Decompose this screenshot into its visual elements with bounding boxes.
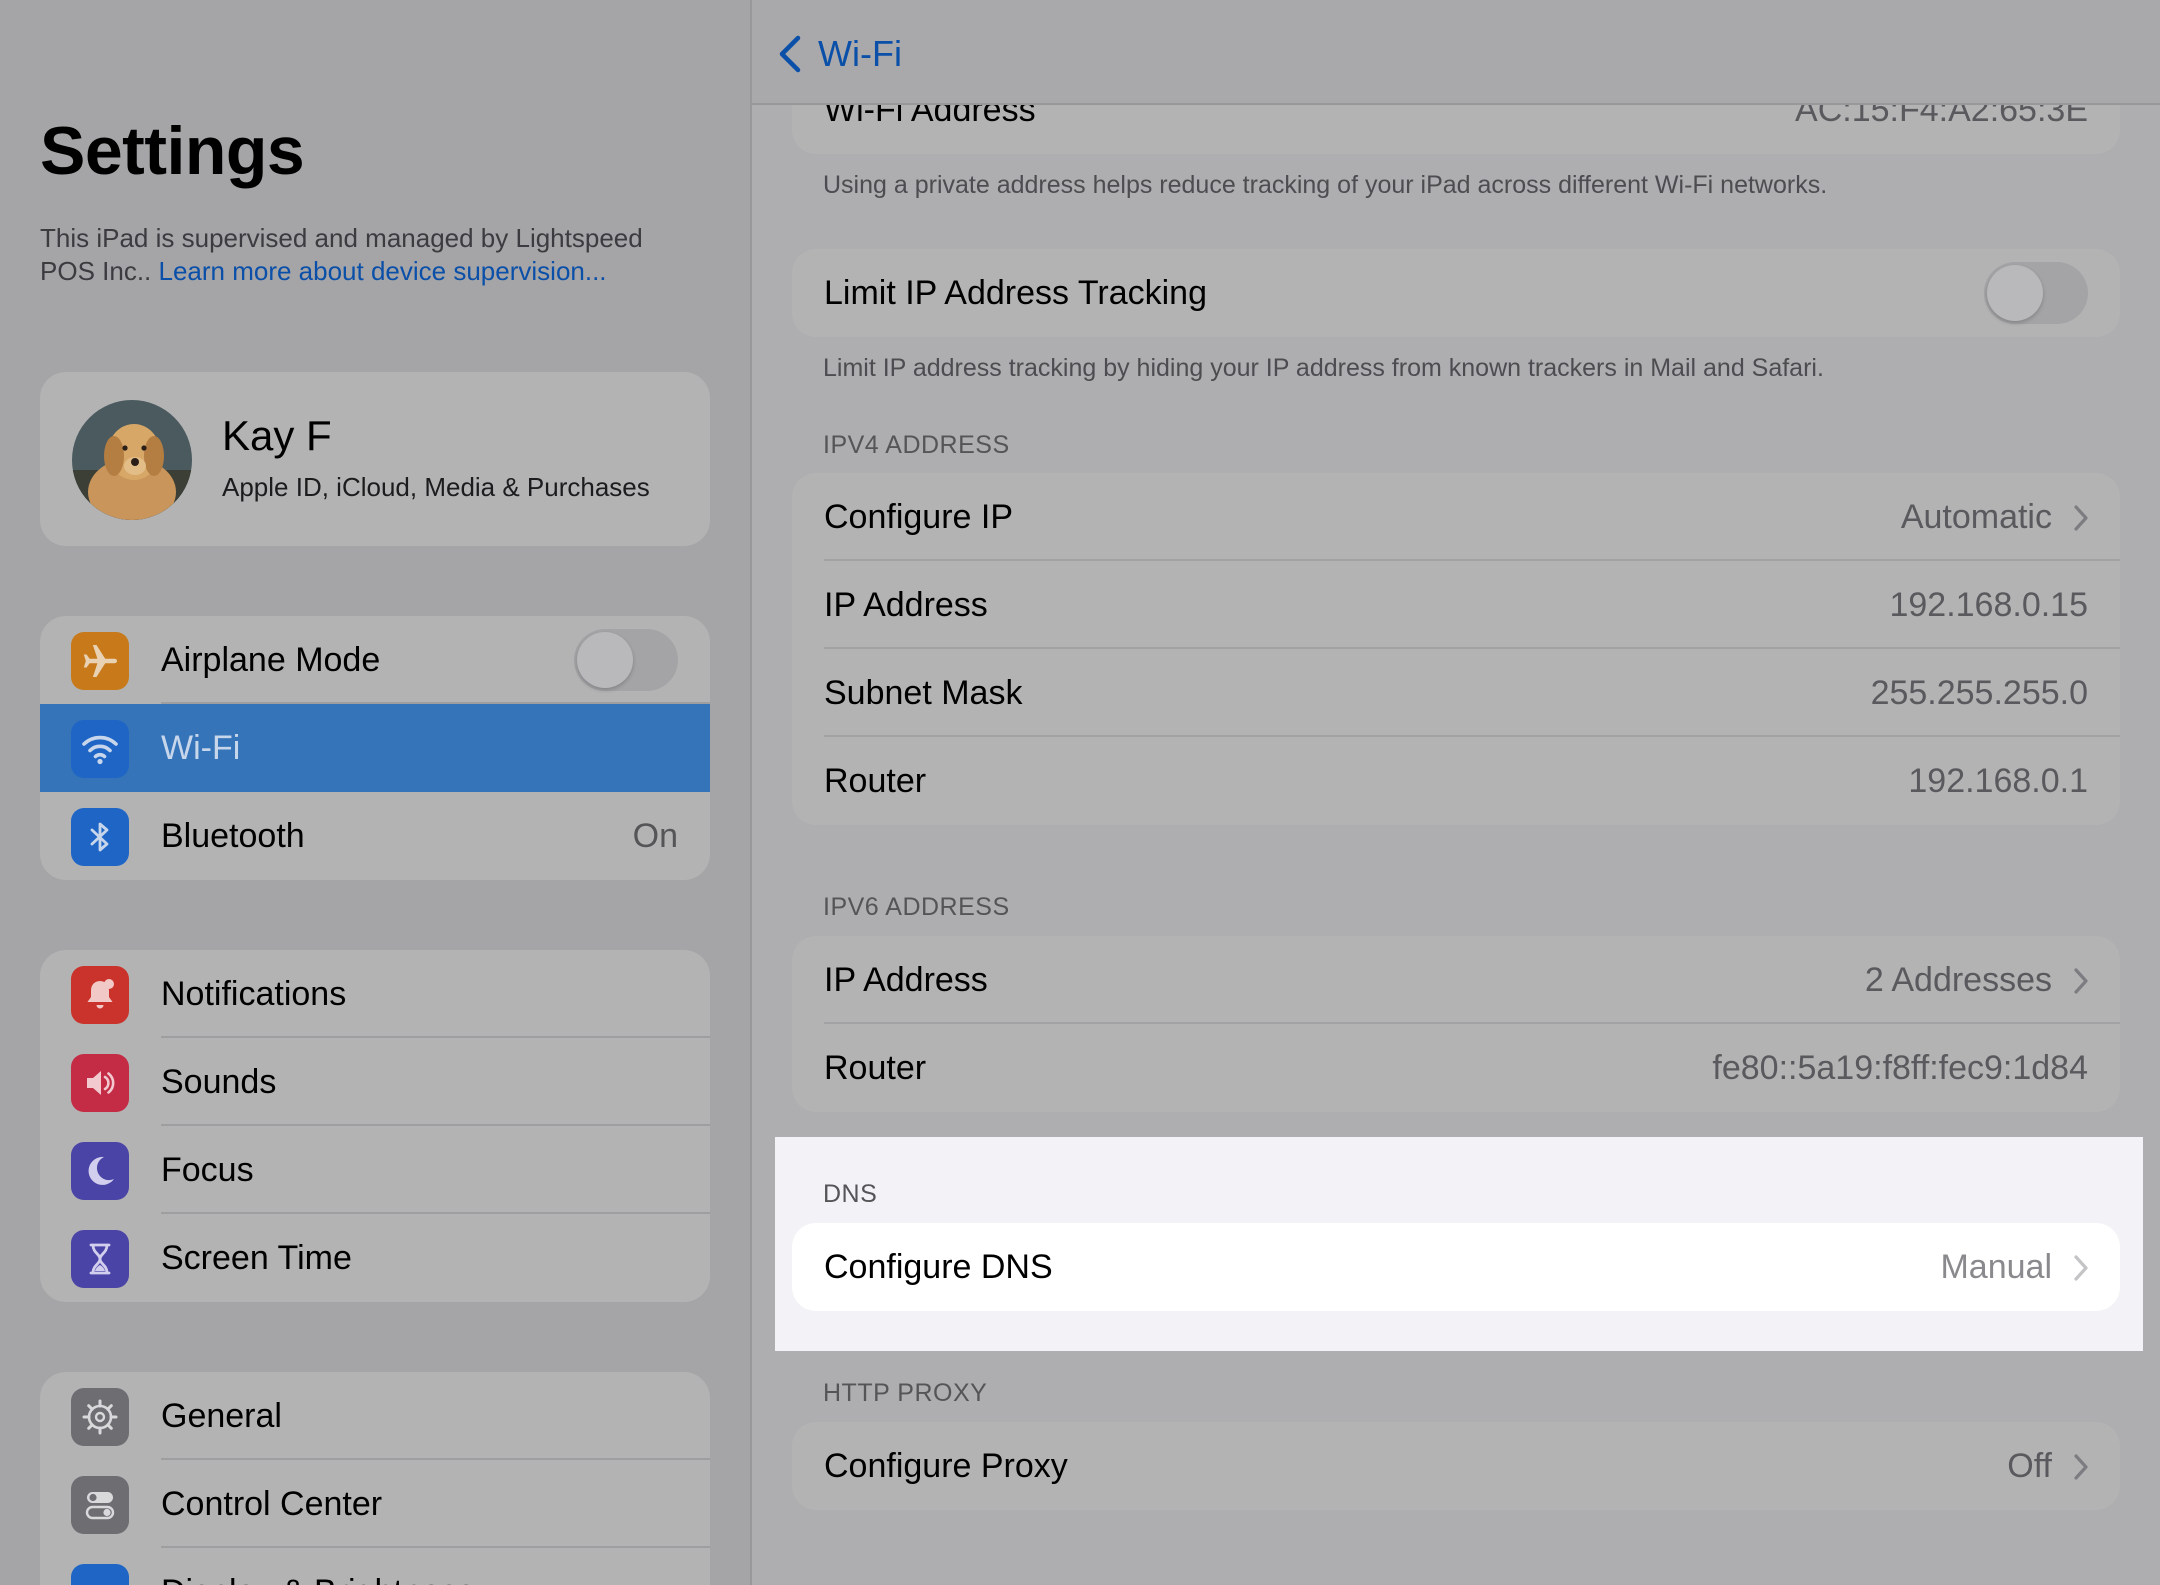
ipv4-address-row: IP Address 192.168.0.15 (792, 561, 2120, 649)
configure-proxy-value: Off (2007, 1447, 2052, 1485)
sidebar-item-airplane-mode[interactable]: Airplane Mode (40, 616, 710, 704)
sidebar-item-label: Display & Brightness (161, 1573, 475, 1585)
profile-name: Kay F (222, 412, 332, 459)
profile-subtitle: Apple ID, iCloud, Media & Purchases (222, 472, 650, 502)
ipv6-address-value: 2 Addresses (1864, 961, 2052, 999)
private-address-note: Using a private address helps reduce tra… (823, 171, 1828, 199)
chevron-right-icon (2074, 1255, 2088, 1281)
configure-ip-value: Automatic (1900, 498, 2052, 536)
ipv4-router-label: Router (824, 762, 927, 800)
gear-icon (71, 1388, 129, 1446)
configure-ip-label: Configure IP (824, 498, 1013, 536)
subnet-mask-value: 255.255.255.0 (1870, 674, 2088, 712)
apple-id-card[interactable]: Kay F Apple ID, iCloud, Media & Purchase… (40, 372, 710, 546)
sidebar-item-label: Sounds (161, 1063, 277, 1101)
configure-proxy-row[interactable]: Configure Proxy Off (792, 1422, 2120, 1510)
page-title: Settings (40, 113, 305, 189)
notifications-group: Notifications Sounds Focus Screen Time (40, 950, 710, 1302)
chevron-right-icon (2074, 968, 2088, 994)
ipv4-router-value: 192.168.0.1 (1908, 762, 2088, 800)
configure-dns-label: Configure DNS (824, 1248, 1053, 1286)
limit-ip-note: Limit IP address tracking by hiding your… (823, 354, 1824, 382)
split-divider (750, 0, 752, 1585)
display-icon: AA (71, 1564, 129, 1585)
nav-bar: Wi-Fi (752, 0, 2160, 105)
ipv6-address-label: IP Address (824, 961, 988, 999)
configure-dns-value: Manual (1940, 1248, 2052, 1286)
ipv4-group: Configure IP Automatic IP Address 192.16… (792, 473, 2120, 825)
ipv6-header: IPV6 ADDRESS (823, 893, 1010, 921)
back-chevron-icon[interactable] (774, 34, 808, 74)
avatar (72, 400, 192, 520)
configure-ip-row[interactable]: Configure IP Automatic (792, 473, 2120, 561)
http-proxy-group: Configure Proxy Off (792, 1422, 2120, 1510)
configure-proxy-label: Configure Proxy (824, 1447, 1068, 1485)
sidebar-item-bluetooth[interactable]: Bluetooth On (40, 792, 710, 880)
bluetooth-status: On (632, 817, 678, 855)
sidebar-item-label: Control Center (161, 1485, 383, 1523)
sidebar-item-label: Screen Time (161, 1239, 352, 1277)
sidebar-item-focus[interactable]: Focus (40, 1126, 710, 1214)
ipv6-router-label: Router (824, 1049, 927, 1087)
supervision-notice: This iPad is supervised and managed by L… (40, 222, 700, 288)
chevron-right-icon (2074, 1454, 2088, 1480)
back-button[interactable]: Wi-Fi (818, 33, 902, 75)
ipv4-address-value: 192.168.0.15 (1889, 586, 2088, 624)
speaker-icon (71, 1054, 129, 1112)
supervision-link[interactable]: Learn more about device supervision... (159, 256, 607, 286)
sidebar-item-label: Notifications (161, 975, 347, 1013)
sidebar-item-wifi[interactable]: Wi-Fi (40, 704, 710, 792)
ipv4-router-row: Router 192.168.0.1 (792, 737, 2120, 825)
ipv4-address-label: IP Address (824, 586, 988, 624)
configure-dns-row[interactable]: Configure DNS Manual (792, 1223, 2120, 1311)
sidebar-item-screen-time[interactable]: Screen Time (40, 1214, 710, 1302)
sidebar: Settings This iPad is supervised and man… (0, 0, 750, 1585)
hourglass-icon (71, 1230, 129, 1288)
ipv6-router-row: Router fe80::5a19:f8ff:fec9:1d84 (792, 1024, 2120, 1112)
sidebar-item-label: Airplane Mode (161, 641, 381, 679)
ipv6-group: IP Address 2 Addresses Router fe80::5a19… (792, 936, 2120, 1112)
airplane-icon (71, 632, 129, 690)
sidebar-item-general[interactable]: General (40, 1372, 710, 1460)
sidebar-item-sounds[interactable]: Sounds (40, 1038, 710, 1126)
dns-group: Configure DNS Manual (792, 1223, 2120, 1311)
wifi-icon (71, 720, 129, 778)
connectivity-group: Airplane Mode Wi-Fi Bluetooth On (40, 616, 710, 880)
chevron-right-icon (2074, 505, 2088, 531)
sidebar-item-label: General (161, 1397, 282, 1435)
ipv4-header: IPV4 ADDRESS (823, 431, 1010, 459)
subnet-mask-row: Subnet Mask 255.255.255.0 (792, 649, 2120, 737)
airplane-mode-toggle[interactable] (574, 629, 678, 691)
limit-ip-toggle[interactable] (1984, 262, 2088, 324)
subnet-mask-label: Subnet Mask (824, 674, 1023, 712)
sidebar-item-control-center[interactable]: Control Center (40, 1460, 710, 1548)
sidebar-item-display-brightness[interactable]: AA Display & Brightness (40, 1548, 710, 1585)
general-group: General Control Center AA Display & Brig… (40, 1372, 710, 1585)
bell-icon (71, 966, 129, 1024)
limit-ip-label: Limit IP Address Tracking (824, 274, 1207, 312)
limit-ip-row: Limit IP Address Tracking (792, 249, 2120, 337)
sidebar-item-label: Wi-Fi (161, 729, 241, 767)
limit-ip-group: Limit IP Address Tracking (792, 249, 2120, 337)
ipv6-address-row[interactable]: IP Address 2 Addresses (792, 936, 2120, 1024)
ipv6-router-value: fe80::5a19:f8ff:fec9:1d84 (1712, 1049, 2088, 1087)
dns-header: DNS (823, 1180, 878, 1208)
http-proxy-header: HTTP PROXY (823, 1379, 988, 1407)
switches-icon (71, 1476, 129, 1534)
sidebar-item-label: Focus (161, 1151, 254, 1189)
bluetooth-icon (71, 808, 129, 866)
sidebar-item-notifications[interactable]: Notifications (40, 950, 710, 1038)
sidebar-item-label: Bluetooth (161, 817, 305, 855)
moon-icon (71, 1142, 129, 1200)
